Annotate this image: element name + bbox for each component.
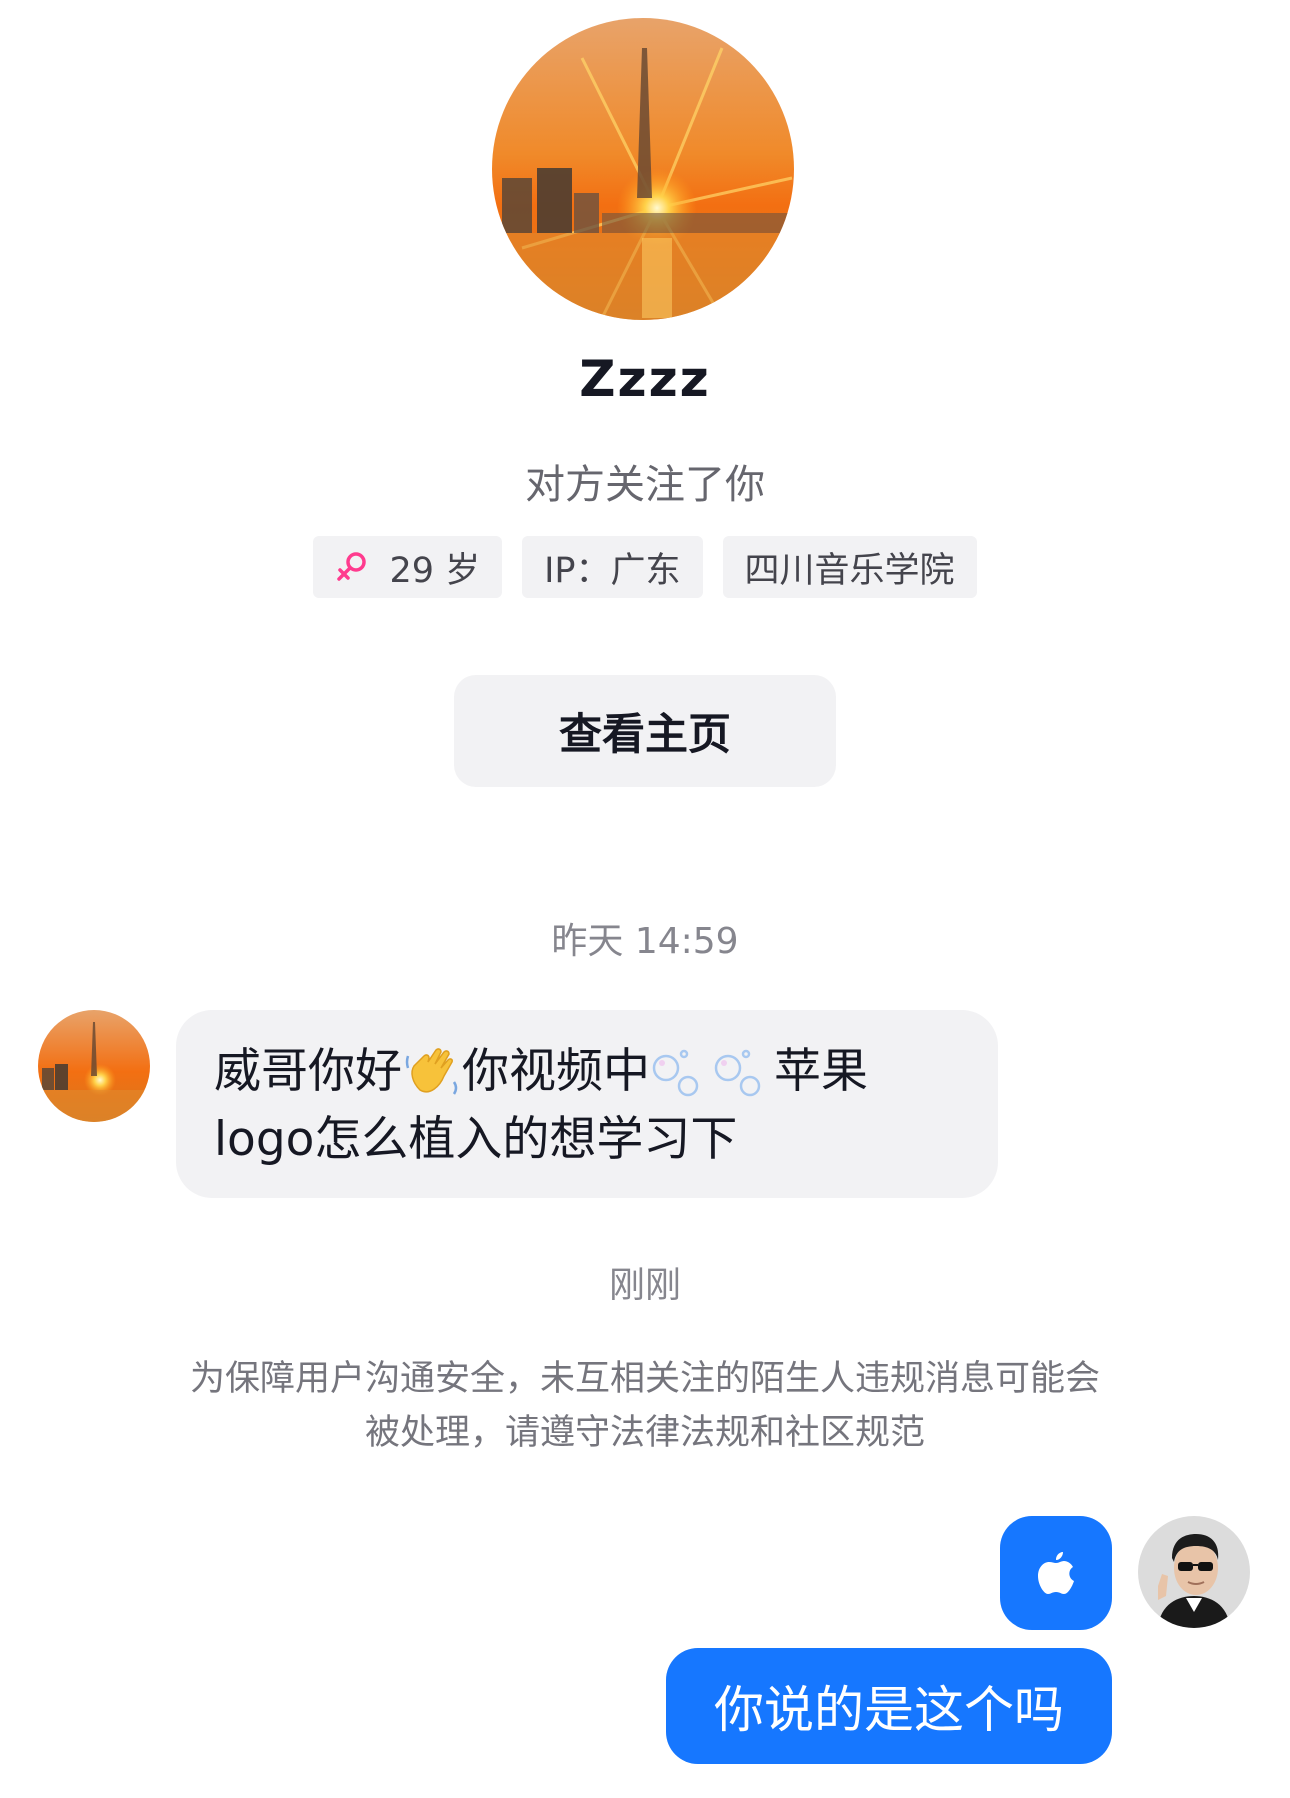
age-tag: 29 岁 — [313, 536, 503, 598]
bubbles-icon — [650, 1042, 774, 1102]
female-icon — [335, 550, 369, 584]
waving-hand-icon — [402, 1042, 462, 1102]
incoming-text-part-2: 你视频中 — [462, 1044, 650, 1099]
sender-avatar[interactable] — [38, 1010, 150, 1122]
incoming-text-part-1: 威哥你好 — [214, 1044, 402, 1099]
school-label: 四川音乐学院 — [744, 550, 955, 591]
sunset-cityscape-avatar — [492, 18, 794, 320]
incoming-message-line-2: logo怎么植入的想学习下 — [214, 1112, 738, 1167]
incoming-message-line-1: 威哥你好 你视频中 苹果 — [214, 1038, 960, 1106]
timestamp: 昨天 14:59 — [551, 921, 739, 962]
safety-notice-line-2: 被处理，请遵守法律法规和社区规范 — [364, 1413, 925, 1453]
incoming-text-part-3: 苹果 — [774, 1044, 868, 1099]
sunset-cityscape-avatar-small — [38, 1010, 150, 1122]
school-tag: 四川音乐学院 — [722, 536, 977, 598]
view-profile-button[interactable]: 查看主页 — [454, 675, 836, 787]
profile-avatar[interactable] — [492, 18, 794, 320]
age-label: 29 岁 — [389, 550, 481, 591]
profile-name: Zzzz — [579, 350, 711, 408]
safety-notice-line-1: 为保障用户沟通安全，未互相关注的陌生人违规消息可能会 — [189, 1359, 1100, 1399]
follow-status: 对方关注了你 — [525, 462, 765, 508]
ip-label: IP：广东 — [544, 550, 681, 591]
incoming-message-bubble[interactable]: 威哥你好 你视频中 苹果 logo怎么植入的想学习下 — [176, 1010, 998, 1198]
safety-notice: 为保障用户沟通安全，未互相关注的陌生人违规消息可能会 被处理，请遵守法律法规和社… — [150, 1352, 1140, 1460]
profile-tags: 29 岁 IP：广东 四川音乐学院 — [0, 536, 1290, 598]
outgoing-sticker-bubble[interactable] — [1000, 1516, 1112, 1630]
apple-logo-icon — [1038, 1552, 1074, 1594]
timestamp-recent: 刚刚 — [608, 1265, 681, 1306]
person-with-sunglasses-avatar — [1138, 1516, 1250, 1628]
my-avatar[interactable] — [1138, 1516, 1250, 1628]
ip-tag: IP：广东 — [522, 536, 703, 598]
outgoing-message-bubble[interactable]: 你说的是这个吗 — [666, 1648, 1112, 1764]
